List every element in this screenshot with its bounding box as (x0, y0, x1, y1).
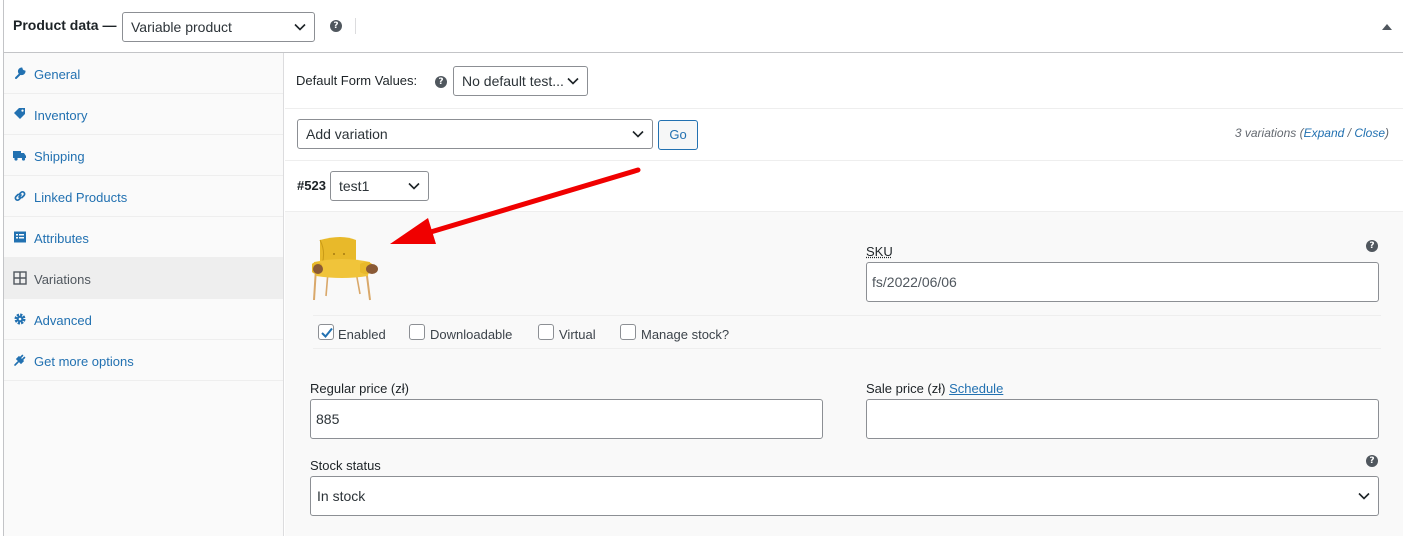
stock-status-label: Stock status (310, 458, 381, 473)
variations-count-text: 3 variations (1234, 126, 1297, 140)
variation-id: #523 (297, 178, 326, 193)
default-form-value: No default test... (462, 73, 564, 89)
product-data-panel: Product data — Variable product ? Genera… (3, 0, 1403, 536)
stock-status-value: In stock (317, 488, 366, 504)
variation-action-select[interactable]: Add variation (297, 119, 653, 149)
product-data-tabs: General Inventory Shipping Linked Produc… (4, 53, 284, 536)
truck-icon (13, 151, 26, 161)
sidebar-item-attributes[interactable]: Attributes (4, 217, 283, 258)
chevron-down-icon (1358, 492, 1370, 500)
link-icon (14, 191, 26, 201)
sidebar-item-label: Variations (34, 272, 91, 287)
sidebar-item-label: General (34, 67, 81, 82)
sidebar-item-label: Shipping (34, 149, 85, 164)
regular-price-label: Regular price (zł) (310, 381, 409, 396)
sidebar-item-inventory[interactable]: Inventory (4, 94, 283, 135)
sale-price-label: Sale price (zł) Schedule (866, 381, 1003, 396)
divider (313, 315, 1381, 316)
manage-stock-label: Manage stock? (641, 327, 730, 342)
product-data-title: Product data — (13, 17, 117, 33)
chevron-down-icon (632, 130, 644, 138)
divider (313, 348, 1381, 349)
wrench-icon (15, 67, 26, 79)
help-icon[interactable]: ? (435, 76, 447, 88)
enabled-checkbox[interactable] (318, 324, 334, 340)
sku-value: fs/2022/06/06 (872, 274, 957, 290)
go-button[interactable]: Go (658, 120, 698, 150)
help-icon[interactable]: ? (1366, 240, 1378, 252)
annotation-arrow (390, 167, 641, 244)
product-type-select[interactable]: Variable product (122, 12, 315, 42)
sku-input[interactable]: fs/2022/06/06 (866, 262, 1379, 302)
sidebar-item-get-more-options[interactable]: Get more options (4, 340, 283, 381)
stock-status-select[interactable]: In stock (310, 476, 1379, 516)
sidebar-item-linked-products[interactable]: Linked Products (4, 176, 283, 217)
regular-price-value: 885 (316, 411, 340, 427)
help-icon[interactable]: ? (330, 20, 342, 32)
sidebar-item-label: Inventory (34, 108, 88, 123)
sku-label: SKU (866, 244, 893, 259)
downloadable-checkbox[interactable] (409, 324, 425, 340)
sidebar-item-variations[interactable]: Variations (4, 258, 283, 299)
sidebar-item-shipping[interactable]: Shipping (4, 135, 283, 176)
sale-price-input[interactable] (866, 399, 1379, 439)
tag-icon (14, 108, 25, 119)
expand-link[interactable]: Expand (1304, 126, 1345, 140)
variation-action-value: Add variation (306, 126, 388, 142)
downloadable-label: Downloadable (430, 327, 513, 342)
default-form-value-select[interactable]: No default test... (453, 66, 588, 96)
help-icon[interactable]: ? (1366, 455, 1378, 467)
list-icon (14, 231, 26, 243)
sale-price-label-text: Sale price (zł) (866, 381, 946, 396)
checkmark-icon (321, 327, 333, 338)
sidebar-item-label: Get more options (34, 354, 134, 369)
sidebar-item-label: Attributes (34, 231, 89, 246)
variations-count: 3 variations (Expand / Close) (1234, 126, 1389, 140)
variation-image[interactable] (306, 232, 382, 304)
plugin-icon (14, 354, 26, 366)
virtual-label: Virtual (559, 327, 596, 342)
regular-price-input[interactable]: 885 (310, 399, 823, 439)
product-type-value: Variable product (131, 19, 232, 35)
collapse-panel-icon[interactable] (1382, 24, 1392, 30)
gear-icon (14, 313, 26, 325)
sidebar-item-label: Linked Products (34, 190, 128, 205)
product-data-header: Product data — Variable product ? (4, 0, 1403, 53)
sidebar-item-advanced[interactable]: Advanced (4, 299, 283, 340)
schedule-link[interactable]: Schedule (949, 381, 1003, 396)
manage-stock-checkbox[interactable] (620, 324, 636, 340)
sidebar-item-general[interactable]: General (4, 53, 283, 94)
close-link[interactable]: Close (1354, 126, 1385, 140)
sidebar-item-label: Advanced (34, 313, 92, 328)
divider (285, 108, 1403, 109)
chevron-down-icon (294, 23, 306, 31)
grid-icon (13, 271, 27, 285)
chevron-down-icon (567, 77, 579, 85)
virtual-checkbox[interactable] (538, 324, 554, 340)
variation-attribute-value: test1 (339, 178, 370, 194)
header-divider (355, 18, 356, 34)
default-form-values-label: Default Form Values: (296, 73, 418, 88)
enabled-label: Enabled (338, 327, 386, 342)
